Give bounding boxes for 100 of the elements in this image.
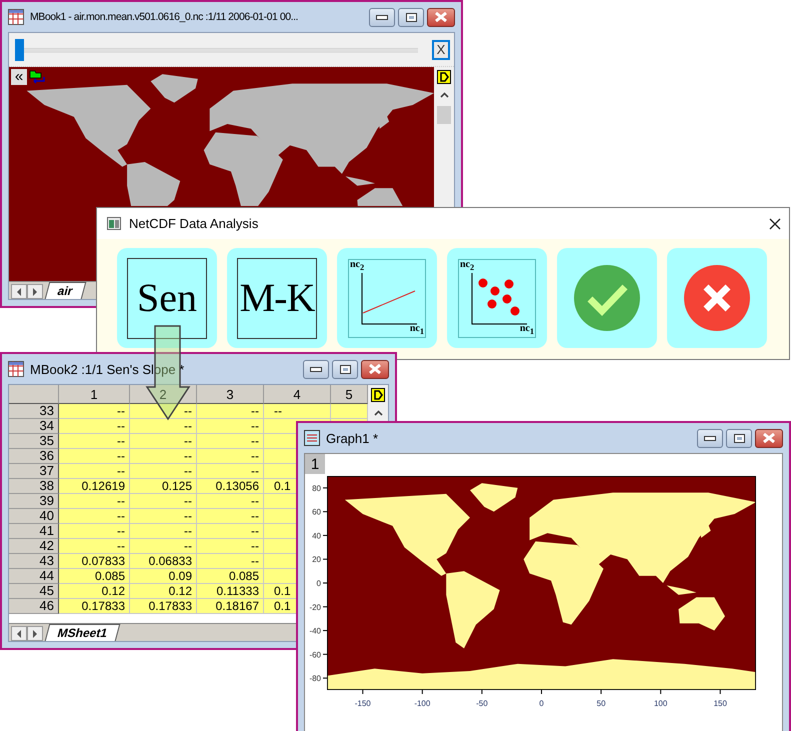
window-title: MBook1 - air.mon.mean.v501.0616_0.nc :1/11 2006-01-01 00...	[30, 11, 300, 23]
minimize-icon	[704, 436, 716, 440]
next-button[interactable]	[27, 284, 43, 299]
x-tick-label: 50	[596, 699, 606, 708]
axis-label: nc$_{1}$	[410, 324, 424, 336]
row-header[interactable]: 45	[9, 584, 59, 599]
column-header[interactable]: 5	[331, 385, 368, 404]
column-header[interactable]: 2	[130, 385, 197, 404]
maximize-icon	[340, 364, 350, 374]
minimize-button[interactable]	[303, 360, 329, 378]
table-cell: --	[197, 434, 264, 449]
y-tick-label: -60	[309, 650, 321, 660]
slider-thumb[interactable]	[15, 38, 24, 60]
corner-cell	[9, 385, 59, 404]
table-cell: --	[197, 464, 264, 479]
close-button[interactable]	[769, 218, 781, 230]
row-header[interactable]: 44	[9, 569, 59, 584]
app-icon	[107, 217, 121, 230]
row-header[interactable]: 36	[9, 449, 59, 464]
y-tick-label: 80	[312, 484, 321, 493]
close-icon	[434, 12, 448, 22]
previous-button[interactable]	[11, 284, 27, 299]
row-header[interactable]: 43	[9, 554, 59, 569]
table-cell: --	[130, 449, 197, 464]
graph-icon	[304, 430, 320, 446]
left-arrow-icon	[16, 630, 22, 638]
close-button[interactable]	[361, 360, 389, 378]
up-caret-icon[interactable]	[374, 410, 382, 416]
sheet-tab[interactable]: air	[44, 282, 86, 299]
table-cell: --	[197, 524, 264, 539]
column-header[interactable]: 3	[197, 385, 264, 404]
table-cell: --	[130, 509, 197, 524]
minimize-button[interactable]	[697, 428, 723, 448]
table-cell: --	[130, 464, 197, 479]
table-cell: --	[197, 494, 264, 509]
play-icon[interactable]	[437, 70, 451, 84]
table-cell: 0.12	[130, 584, 197, 599]
table-cell: --	[59, 509, 130, 524]
analysis-button[interactable]: Sen	[117, 248, 217, 348]
worksheet-icon	[8, 9, 24, 25]
layer-label[interactable]: 1	[305, 454, 325, 474]
table-cell: --	[59, 524, 130, 539]
table-cell: 0.06833	[130, 554, 197, 569]
table-cell: 0.13056	[197, 479, 264, 494]
row-header[interactable]: 37	[9, 464, 59, 479]
row-header[interactable]: 46	[9, 599, 59, 614]
x-tick-label: 0	[539, 699, 544, 708]
folder-icon[interactable]	[29, 69, 45, 85]
close-icon	[762, 433, 776, 443]
cancel-button[interactable]	[667, 248, 767, 348]
row-header[interactable]: 34	[9, 419, 59, 434]
axis-label: nc$_{1}$	[520, 324, 534, 336]
table-cell: --	[130, 539, 197, 554]
y-tick-label: -20	[309, 602, 321, 612]
row-header[interactable]: 41	[9, 524, 59, 539]
table-cell: 0.11333	[197, 584, 264, 599]
play-icon[interactable]	[371, 388, 385, 402]
close-icon	[769, 218, 781, 230]
close-button[interactable]	[427, 8, 455, 26]
scatter-plot-button[interactable]: nc$_{2}$ nc$_{1}$	[447, 248, 547, 348]
row-header[interactable]: 38	[9, 479, 59, 494]
close-button[interactable]	[755, 428, 783, 448]
maximize-button[interactable]	[398, 8, 424, 26]
close-icon	[368, 364, 382, 374]
y-tick-label: -40	[309, 626, 321, 636]
row-header[interactable]: 42	[9, 539, 59, 554]
table-cell: 0.085	[59, 569, 130, 584]
minimize-button[interactable]	[369, 8, 395, 26]
row-header[interactable]: 40	[9, 509, 59, 524]
maximize-button[interactable]	[332, 360, 358, 378]
scrollbar-thumb[interactable]	[437, 106, 451, 124]
analysis-button[interactable]: M-K	[227, 248, 327, 348]
column-header[interactable]: 1	[59, 385, 130, 404]
previous-button[interactable]	[11, 626, 27, 641]
table-cell: --	[130, 434, 197, 449]
row-header[interactable]: 33	[9, 404, 59, 419]
axis-label: nc$_{2}$	[350, 260, 364, 272]
close-slider-button[interactable]: X	[432, 40, 450, 60]
row-header[interactable]: 35	[9, 434, 59, 449]
line-plot-button[interactable]: nc$_{2}$ nc$_{1}$	[337, 248, 437, 348]
table-cell: 0.09	[130, 569, 197, 584]
maximize-button[interactable]	[726, 428, 752, 448]
next-button[interactable]	[27, 626, 43, 641]
table-cell: --	[59, 539, 130, 554]
x-tick-label: -150	[354, 699, 371, 708]
table-cell: 0.12	[59, 584, 130, 599]
up-caret-icon[interactable]	[440, 92, 448, 98]
table-cell: 0.085	[197, 569, 264, 584]
table-cell: --	[197, 554, 264, 569]
table-cell: 0.12619	[59, 479, 130, 494]
right-arrow-icon	[32, 288, 38, 296]
sheet-tab[interactable]: MSheet1	[44, 624, 121, 641]
table-cell: --	[130, 419, 197, 434]
table-cell: --	[197, 419, 264, 434]
table-cell: --	[59, 404, 130, 419]
row-header[interactable]: 39	[9, 494, 59, 509]
window-title: Graph1 *	[326, 430, 380, 446]
collapse-button[interactable]: «	[11, 69, 27, 85]
column-header[interactable]: 4	[264, 385, 331, 404]
x-tick-label: 150	[714, 699, 727, 708]
